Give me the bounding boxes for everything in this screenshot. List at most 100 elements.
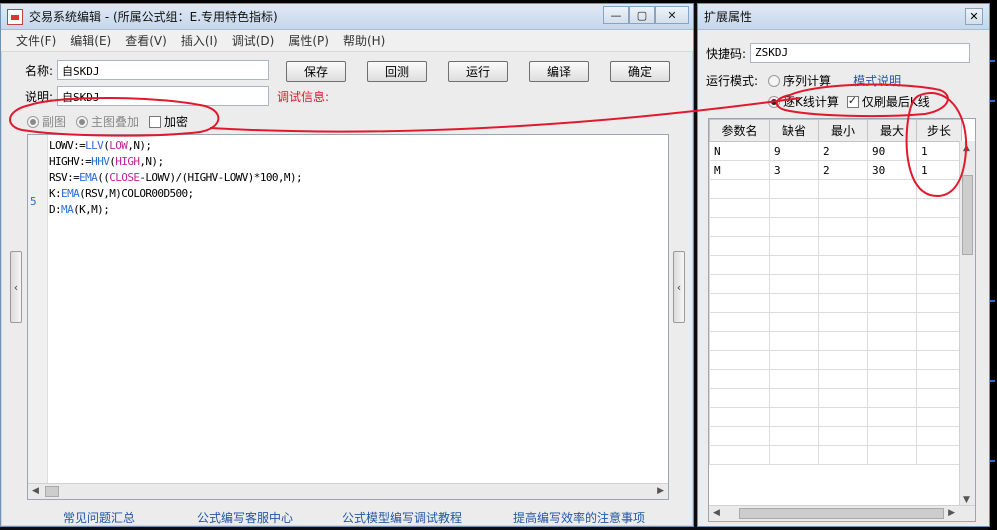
menu-file[interactable]: 文件(F): [9, 32, 63, 49]
menu-help[interactable]: 帮助(H): [336, 32, 392, 49]
scroll-right-icon[interactable]: ▶: [657, 486, 664, 496]
tutorial-link[interactable]: 公式模型编写调试教程: [342, 509, 462, 526]
scroll-right-icon[interactable]: ▶: [948, 508, 955, 518]
table-row[interactable]: [709, 236, 962, 256]
editor-window-title: 交易系统编辑 - (所属公式组：E.专用特色指标): [29, 10, 278, 24]
main-overlay-option[interactable]: 主图叠加: [76, 113, 139, 130]
table-horizontal-scrollbar[interactable]: ◀ ▶: [709, 505, 975, 521]
minimize-button[interactable]: —: [603, 6, 629, 24]
service-center-link[interactable]: 公式编写客服中心: [197, 509, 293, 526]
table-row[interactable]: [709, 293, 962, 313]
extended-properties-window: 扩展属性 ✕ 快捷码: ZSKDJ 运行模式: 序列计算 模式说明 逐K线计算 …: [697, 3, 990, 527]
shortcut-label: 快捷码:: [706, 46, 747, 61]
menu-debug[interactable]: 调试(D): [225, 32, 282, 49]
col-header[interactable]: 步长: [916, 119, 962, 142]
shortcut-input[interactable]: ZSKDJ: [750, 43, 971, 63]
table-cell[interactable]: 1: [916, 141, 962, 161]
table-cell[interactable]: 90: [867, 141, 917, 161]
encrypt-checkbox[interactable]: [149, 115, 162, 128]
table-cell[interactable]: 2: [818, 160, 868, 180]
table-cell[interactable]: 2: [818, 141, 868, 161]
seq-calc-radio[interactable]: [768, 74, 781, 87]
editor-horizontal-scrollbar[interactable]: ◀ ▶: [28, 483, 668, 499]
table-row[interactable]: [709, 426, 962, 446]
name-input[interactable]: 自SKDJ: [57, 60, 270, 80]
table-row[interactable]: [709, 407, 962, 427]
param-header-row: 参数名 缺省 最小 最大 步长: [709, 119, 962, 142]
sub-chart-radio[interactable]: [27, 115, 39, 128]
code-line: LOWV:=LLV(LOW,N);: [49, 139, 152, 152]
table-cell[interactable]: 3: [769, 160, 819, 180]
code-line: K:EMA(RSV,M)COLOR00D500;: [49, 187, 194, 200]
per-k-calc-label: 逐K线计算: [783, 95, 839, 109]
close-button[interactable]: ✕: [655, 6, 689, 24]
per-k-calc-radio[interactable]: [768, 95, 780, 108]
scroll-left-icon[interactable]: ◀: [713, 508, 720, 518]
app-icon: [7, 8, 23, 25]
table-row[interactable]: [709, 350, 962, 370]
table-vertical-scrollbar[interactable]: ▲ ▼: [959, 141, 975, 507]
table-row[interactable]: [709, 312, 962, 332]
scroll-down-icon[interactable]: ▼: [963, 495, 970, 505]
table-row[interactable]: N 9 2 90 1: [709, 141, 962, 161]
menu-edit[interactable]: 编辑(E): [63, 32, 118, 49]
table-cell[interactable]: 30: [867, 160, 917, 180]
scroll-thumb[interactable]: [962, 175, 973, 255]
menu-bar: 文件(F) 编辑(E) 查看(V) 插入(I) 调试(D) 属性(P) 帮助(H…: [1, 30, 693, 52]
refresh-last-checkbox[interactable]: [846, 94, 859, 108]
menu-insert[interactable]: 插入(I): [174, 32, 225, 49]
table-cell[interactable]: 9: [769, 141, 819, 161]
code-editor[interactable]: 5 LOWV:=LLV(LOW,N); HIGHV:=HHV(HIGH,N); RS…: [27, 134, 669, 500]
col-header[interactable]: 最小: [818, 119, 868, 142]
collapse-left-handle[interactable]: ‹: [10, 251, 22, 323]
ok-button[interactable]: 确定: [610, 61, 670, 82]
backtest-button[interactable]: 回测: [367, 61, 427, 82]
encrypt-option[interactable]: 加密: [149, 113, 188, 130]
description-input[interactable]: 自SKDJ: [57, 86, 270, 106]
table-row[interactable]: [709, 388, 962, 408]
per-k-calc-option[interactable]: 逐K线计算: [768, 93, 839, 110]
table-row[interactable]: [709, 445, 962, 465]
table-row[interactable]: [709, 274, 962, 294]
scroll-up-icon[interactable]: ▲: [963, 143, 970, 153]
code-text[interactable]: LOWV:=LLV(LOW,N); HIGHV:=HHV(HIGH,N); RSV:…: [49, 138, 303, 218]
menu-view[interactable]: 查看(V): [118, 32, 174, 49]
mode-help-link[interactable]: 模式说明: [853, 72, 901, 89]
collapse-right-handle[interactable]: ‹: [673, 251, 685, 323]
editor-titlebar: 交易系统编辑 - (所属公式组：E.专用特色指标) — ▢ ✕: [1, 4, 693, 30]
param-table[interactable]: 参数名 缺省 最小 最大 步长 N 9 2 90 1 M 3 2 30 1 ▲ …: [708, 118, 976, 522]
scroll-thumb[interactable]: [45, 486, 59, 497]
col-header[interactable]: 参数名: [709, 119, 770, 142]
maximize-button[interactable]: ▢: [629, 6, 655, 24]
param-grid: 参数名 缺省 最小 最大 步长 N 9 2 90 1 M 3 2 30 1: [709, 119, 962, 465]
table-cell[interactable]: 1: [916, 160, 962, 180]
table-cell[interactable]: N: [709, 141, 770, 161]
faq-link[interactable]: 常见问题汇总: [63, 509, 135, 526]
save-button[interactable]: 保存: [286, 61, 346, 82]
col-header[interactable]: 缺省: [769, 119, 819, 142]
table-row[interactable]: [709, 217, 962, 237]
formula-editor-window: 交易系统编辑 - (所属公式组：E.专用特色指标) — ▢ ✕ 文件(F) 编辑…: [0, 3, 694, 527]
table-row[interactable]: [709, 179, 962, 199]
table-row[interactable]: [709, 331, 962, 351]
run-button[interactable]: 运行: [448, 61, 508, 82]
table-row[interactable]: [709, 255, 962, 275]
table-row[interactable]: [709, 198, 962, 218]
sub-chart-option[interactable]: 副图: [27, 113, 66, 130]
col-header[interactable]: 最大: [867, 119, 917, 142]
main-overlay-radio[interactable]: [76, 115, 89, 128]
scroll-left-icon[interactable]: ◀: [32, 486, 39, 496]
seq-calc-option[interactable]: 序列计算: [768, 72, 831, 89]
menu-properties[interactable]: 属性(P): [281, 32, 336, 49]
prop-close-button[interactable]: ✕: [965, 8, 983, 25]
table-row[interactable]: M 3 2 30 1: [709, 160, 962, 180]
scroll-thumb[interactable]: [739, 508, 944, 519]
refresh-last-option[interactable]: 仅刷最后K线: [846, 93, 930, 110]
table-row[interactable]: [709, 369, 962, 389]
compile-button[interactable]: 编译: [529, 61, 589, 82]
sub-chart-label: 副图: [42, 115, 67, 129]
table-cell[interactable]: M: [709, 160, 770, 180]
editor-gutter: 5: [28, 135, 48, 483]
description-label: 说明:: [25, 89, 54, 104]
efficiency-tips-link[interactable]: 提高编写效率的注意事项: [513, 509, 645, 526]
